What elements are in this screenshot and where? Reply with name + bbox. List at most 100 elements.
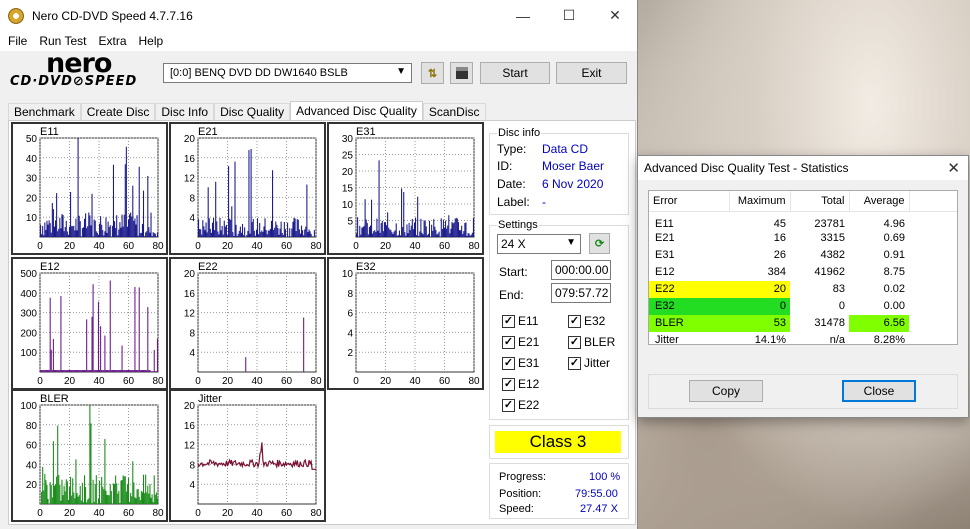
bar: [42, 466, 44, 504]
cell-spacer: [909, 298, 957, 315]
bar: [97, 498, 99, 504]
x-tick-label: 40: [251, 241, 263, 252]
end-time-input[interactable]: 079:57.72: [551, 283, 611, 303]
bar: [153, 349, 155, 372]
bar: [431, 224, 433, 237]
checkbox-bler[interactable]: ✓ BLER: [568, 335, 615, 349]
save-button[interactable]: [450, 62, 473, 84]
chart-plot: 0 20 40 60 80 10 20 30 40 50: [26, 134, 164, 252]
x-tick-label: 60: [281, 241, 293, 252]
chart-e31: E31 0 20 40 60 80 5 10 15 20 25 30: [327, 122, 484, 255]
checkbox-e32[interactable]: ✓ E32: [568, 314, 605, 328]
bar: [135, 498, 137, 504]
bar: [89, 215, 91, 237]
bar: [261, 230, 263, 237]
minimize-button[interactable]: —: [500, 0, 546, 31]
bar: [57, 370, 59, 372]
bar: [373, 231, 375, 237]
bar: [270, 220, 273, 237]
bar: [153, 475, 155, 504]
bar: [52, 209, 54, 237]
bar: [386, 225, 388, 237]
close-button[interactable]: ✕: [592, 0, 638, 31]
disc-id-value: Moser Baer: [542, 159, 605, 173]
bar: [51, 370, 53, 372]
bar: [233, 235, 235, 237]
bar: [70, 476, 72, 504]
bar: [77, 138, 79, 237]
y-tick-label: 100: [20, 348, 37, 359]
y-tick-label: 20: [184, 269, 196, 280]
bar: [148, 227, 150, 237]
checkbox-e11[interactable]: ✓ E11: [502, 314, 538, 328]
bar: [246, 235, 248, 237]
disc-id-label: ID:: [497, 159, 513, 173]
menu-file[interactable]: File: [2, 34, 33, 48]
checkbox-e31[interactable]: ✓ E31: [502, 356, 539, 370]
table-row: Jitter 14.1% n/a 8.28%: [649, 332, 957, 349]
bar: [217, 231, 219, 237]
bar: [70, 192, 72, 237]
bar: [65, 479, 67, 504]
bar: [61, 214, 63, 237]
bar: [470, 234, 472, 237]
bar: [462, 233, 464, 237]
bar: [118, 229, 120, 237]
bar: [413, 222, 415, 237]
bar: [361, 227, 363, 237]
checkmark-icon: ✓: [502, 356, 515, 370]
start-button[interactable]: Start: [480, 62, 550, 84]
y-tick-label: 5: [347, 217, 353, 228]
tab-advanced-disc-quality[interactable]: Advanced Disc Quality: [290, 101, 423, 122]
bar: [226, 235, 229, 237]
speed-select[interactable]: 24 X ▼: [497, 234, 581, 254]
bar: [417, 196, 419, 237]
bar: [156, 232, 158, 237]
cell-maximum: 16: [773, 232, 786, 244]
bar: [137, 489, 139, 504]
checkbox-e21[interactable]: ✓ E21: [502, 335, 539, 349]
checkbox-e22[interactable]: ✓ E22: [502, 398, 539, 412]
bar: [152, 232, 154, 237]
bar: [49, 297, 51, 372]
bar: [151, 371, 153, 372]
start-time-input[interactable]: 000:00.00: [551, 260, 611, 280]
bar: [380, 223, 382, 237]
dialog-close-button[interactable]: Close: [842, 380, 916, 402]
drive-select[interactable]: [0:0] BENQ DVD DD DW1640 BSLB ▼: [163, 63, 412, 83]
bar: [146, 370, 148, 372]
bar: [63, 231, 65, 237]
x-tick-label: 0: [37, 508, 43, 519]
bar: [127, 219, 130, 237]
bar: [272, 170, 274, 237]
cell-maximum: 384: [767, 266, 786, 278]
copy-button[interactable]: Copy: [689, 380, 763, 402]
bar: [91, 316, 93, 372]
y-tick-label: 25: [342, 151, 354, 162]
eject-button[interactable]: ⇅: [421, 62, 444, 84]
bar: [64, 370, 66, 372]
refresh-speed-button[interactable]: ⟳: [589, 233, 610, 254]
y-tick-label: 12: [184, 174, 196, 185]
checkbox-e12[interactable]: ✓ E12: [502, 377, 539, 391]
bar: [156, 498, 158, 504]
bar: [253, 230, 255, 237]
menu-help[interactable]: Help: [133, 34, 170, 48]
maximize-button[interactable]: ☐: [546, 0, 592, 31]
menu-extra[interactable]: Extra: [92, 34, 132, 48]
x-tick-label: 40: [93, 376, 105, 387]
exit-button[interactable]: Exit: [556, 62, 627, 84]
bar: [114, 370, 116, 372]
cell-maximum: 0: [729, 297, 790, 315]
bar: [356, 233, 358, 237]
checkbox-jitter[interactable]: ✓ Jitter: [568, 356, 610, 370]
bar: [115, 228, 117, 237]
bar: [145, 232, 147, 237]
bar: [56, 370, 58, 372]
progress-value: 100 %: [589, 471, 621, 483]
menu-run-test[interactable]: Run Test: [33, 34, 92, 48]
dialog-close-icon[interactable]: ✕: [947, 159, 960, 177]
disc-type-value: Data CD: [542, 142, 589, 156]
bar: [64, 491, 66, 504]
bar: [469, 235, 471, 237]
